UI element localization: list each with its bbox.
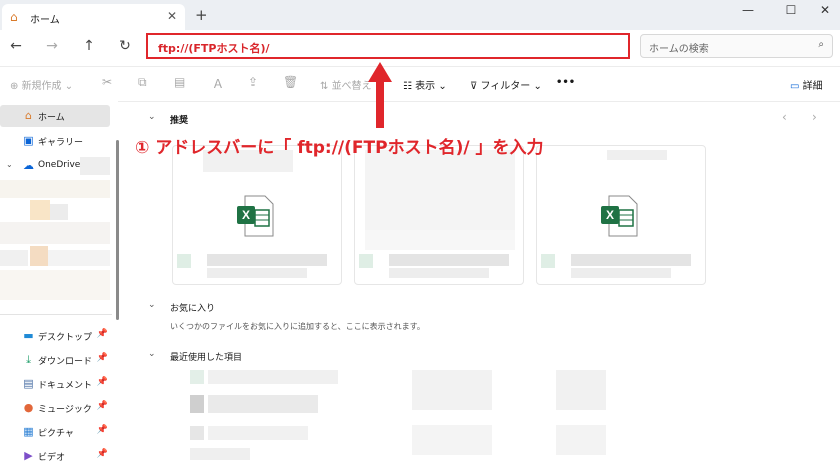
pin-icon: 📌 — [96, 449, 108, 459]
pin-icon: 📌 — [96, 329, 108, 339]
sidebar-item-label: ミュージック — [38, 405, 92, 415]
close-button[interactable]: ✕ — [810, 3, 840, 17]
download-icon: ⤓ — [26, 353, 31, 366]
pin-icon: 📌 — [96, 401, 108, 411]
sidebar-item-gallery[interactable]: ▣ ギャラリー — [0, 130, 110, 152]
new-tab-button[interactable]: + — [195, 6, 208, 24]
recommended-file-card[interactable]: X — [536, 145, 706, 285]
picture-icon: ▦ — [23, 425, 34, 438]
chevron-right-icon[interactable]: › — [812, 110, 817, 124]
blurred-content — [0, 180, 110, 198]
details-button[interactable]: ▭ 詳細 — [790, 77, 823, 92]
document-icon: ▤ — [23, 377, 34, 390]
excel-icon: X — [601, 195, 638, 237]
details-pane-icon: ▭ — [790, 81, 800, 92]
minimize-button[interactable]: — — [733, 3, 763, 17]
blurred-content — [30, 200, 50, 220]
sidebar-item-label: ダウンロード — [38, 357, 93, 367]
pin-icon: 📌 — [96, 425, 108, 435]
search-icon: ⌕ — [818, 39, 824, 50]
sidebar-item-music[interactable]: ● ミュージック 📌 — [0, 397, 110, 419]
sidebar-item-label: ホーム — [38, 113, 65, 123]
tab-close-icon[interactable]: ✕ — [167, 9, 177, 23]
music-icon: ● — [23, 401, 34, 414]
sidebar-item-label: ギャラリー — [38, 138, 84, 148]
sidebar-item-label: OneDrive — [38, 160, 81, 170]
sidebar-item-documents[interactable]: ▤ ドキュメント 📌 — [0, 373, 110, 395]
sidebar-item-videos[interactable]: ▶ ビデオ 📌 — [0, 445, 110, 467]
sidebar-item-desktop[interactable]: ▬ デスクトップ 📌 — [0, 325, 110, 347]
favorites-hint: いくつかのファイルをお気に入りに追加すると、ここに表示されます。 — [170, 322, 425, 331]
sort-button[interactable]: ⇅ 並べ替え — [320, 77, 372, 92]
sidebar-item-home[interactable]: ⌂ ホーム — [0, 105, 110, 127]
address-value: ftp://(FTPホスト名)/ — [158, 42, 270, 55]
new-label: 新規作成 — [21, 81, 62, 92]
section-recommended: 推奨 — [170, 116, 189, 126]
up-button[interactable]: ↑ — [79, 38, 99, 54]
home-icon: ⌂ — [25, 109, 32, 122]
chevron-down-icon: ⌄ — [6, 160, 13, 169]
chevron-down-icon[interactable]: ⌄ — [148, 300, 156, 310]
divider — [0, 314, 112, 315]
view-button[interactable]: ☷ 表示 ⌄ — [403, 77, 447, 92]
svg-text:X: X — [606, 208, 614, 222]
cut-icon[interactable]: ✂ — [102, 75, 112, 89]
paste-icon[interactable]: ▤ — [174, 75, 185, 89]
tab-home[interactable]: ⌂ ホーム ✕ — [2, 4, 185, 30]
view-label: 表示 — [415, 81, 436, 92]
pin-icon: 📌 — [96, 377, 108, 387]
blurred-content — [0, 270, 110, 300]
chevron-left-icon[interactable]: ‹ — [782, 110, 787, 124]
excel-icon: X — [237, 195, 274, 237]
recommended-file-card[interactable] — [354, 145, 524, 285]
annotation-text: ① アドレスバーに「 ftp://(FTPホスト名)/ 」を入力 — [135, 138, 544, 158]
blurred-content — [30, 246, 48, 266]
tab-label: ホーム — [30, 15, 60, 26]
back-button[interactable]: ← — [6, 38, 26, 54]
pin-icon: 📌 — [96, 353, 108, 363]
section-favorites: お気に入り — [170, 304, 216, 314]
filter-button[interactable]: ⊽ フィルター ⌄ — [470, 77, 542, 92]
sidebar-item-label: ピクチャ — [38, 429, 74, 439]
blurred-content — [0, 222, 110, 244]
sidebar-item-label: ドキュメント — [38, 381, 93, 391]
annotation-arrow — [368, 62, 392, 128]
video-icon: ▶ — [24, 449, 33, 462]
svg-text:X: X — [242, 208, 250, 222]
blurred-content — [80, 157, 110, 175]
sidebar-item-label: デスクトップ — [38, 333, 93, 343]
blurred-content — [0, 250, 28, 266]
blurred-content — [50, 204, 68, 220]
new-button[interactable]: ⊕ 新規作成 ⌄ — [10, 77, 73, 92]
share-icon[interactable]: ⇪ — [248, 75, 258, 89]
sidebar-item-pictures[interactable]: ▦ ピクチャ 📌 — [0, 421, 110, 443]
delete-icon[interactable]: 🗑 — [283, 75, 298, 89]
chevron-down-icon[interactable]: ⌄ — [148, 112, 156, 122]
sidebar-item-downloads[interactable]: ⤓ ダウンロード 📌 — [0, 349, 110, 371]
maximize-button[interactable]: ☐ — [776, 3, 806, 17]
filter-label: フィルター — [480, 81, 531, 92]
sidebar-item-label: ビデオ — [38, 453, 66, 463]
home-icon: ⌂ — [10, 10, 18, 24]
blurred-content — [48, 250, 110, 266]
sidebar-scrollbar[interactable] — [116, 140, 119, 320]
address-bar[interactable]: ftp://(FTPホスト名)/ — [146, 33, 630, 59]
search-input[interactable]: ホームの検索 ⌕ — [640, 34, 833, 58]
desktop-icon: ▬ — [23, 329, 34, 342]
recommended-file-card[interactable]: X — [172, 145, 342, 285]
copy-icon[interactable]: ⧉ — [138, 75, 147, 90]
rename-icon[interactable]: Ａ — [212, 75, 224, 92]
refresh-button[interactable]: ↻ — [115, 38, 135, 54]
more-button[interactable]: ••• — [556, 77, 575, 88]
section-recent: 最近使用した項目 — [170, 353, 243, 363]
forward-button[interactable]: → — [42, 38, 62, 54]
gallery-icon: ▣ — [23, 134, 34, 147]
cloud-icon: ☁ — [23, 159, 34, 172]
details-label: 詳細 — [802, 81, 823, 92]
search-placeholder: ホームの検索 — [649, 44, 709, 55]
chevron-down-icon[interactable]: ⌄ — [148, 349, 156, 359]
